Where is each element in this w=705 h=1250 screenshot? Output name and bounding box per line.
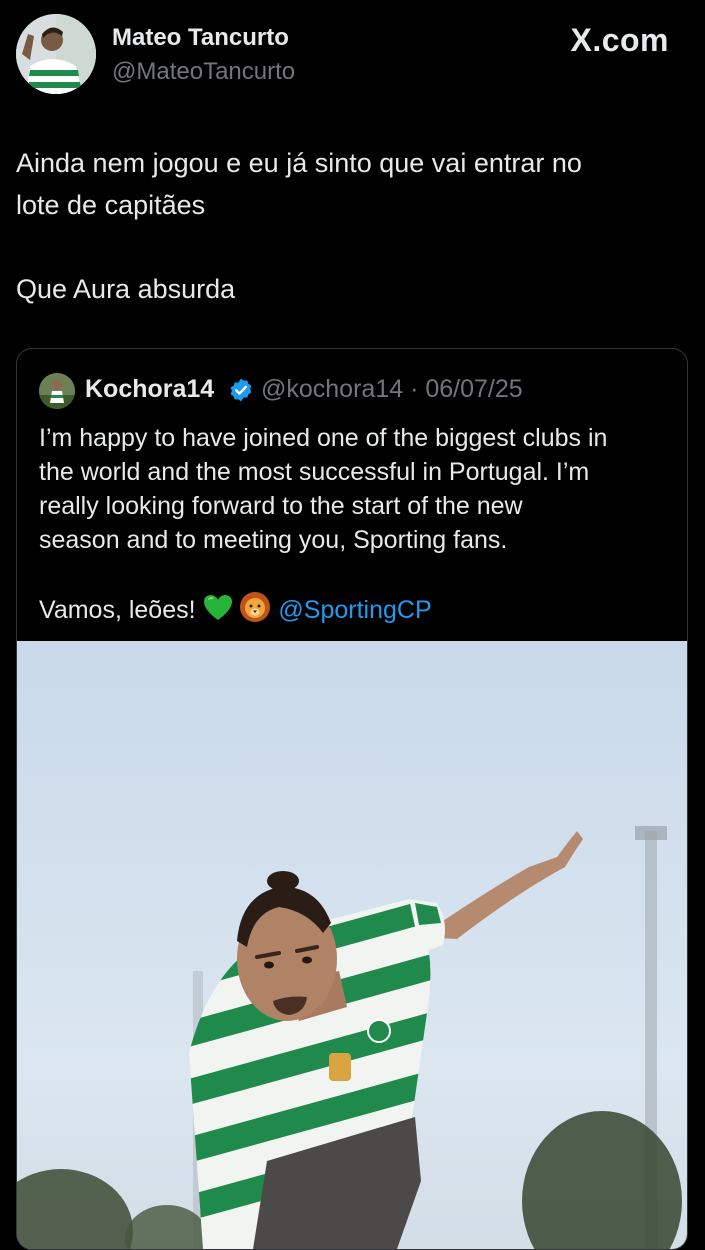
player-photo-image xyxy=(17,641,687,1249)
author-display-name[interactable]: Mateo Tancurto xyxy=(112,24,289,52)
quoted-author-handle[interactable]: @kochora14 xyxy=(261,375,403,403)
x-brand-logo: X.com xyxy=(570,22,669,58)
quoted-line: season and to meeting you, Sporting fans… xyxy=(39,526,508,554)
author-avatar[interactable] xyxy=(16,14,96,94)
lion-face-icon xyxy=(240,592,271,622)
tweet-header: Mateo Tancurto @MateoTancurto X.com xyxy=(16,14,675,98)
quoted-line: Vamos, leões! xyxy=(39,596,196,624)
quoted-tweet-card[interactable]: Kochora14 @kochora14 · 06/07/25 I’m happ… xyxy=(16,348,688,1250)
meta-separator: · xyxy=(410,375,419,403)
profile-photo-icon xyxy=(39,373,75,409)
quoted-author-display-name[interactable]: Kochora14 xyxy=(85,375,214,404)
tweet-line: lote de capitães xyxy=(16,190,206,220)
quoted-tweet-header: Kochora14 @kochora14 · 06/07/25 xyxy=(39,371,667,411)
quoted-line: I’m happy to have joined one of the bigg… xyxy=(39,424,608,452)
quoted-author-avatar[interactable] xyxy=(39,373,75,409)
author-handle[interactable]: @MateoTancurto xyxy=(112,58,295,86)
quoted-line: the world and the most successful in Por… xyxy=(39,458,590,486)
profile-photo-icon xyxy=(16,14,96,94)
mention-link[interactable]: @SportingCP xyxy=(278,596,431,624)
quoted-meta: @kochora14 · 06/07/25 xyxy=(261,375,523,404)
quoted-tweet-body: I’m happy to have joined one of the bigg… xyxy=(39,421,679,627)
quoted-date[interactable]: 06/07/25 xyxy=(425,375,522,403)
verified-badge-icon xyxy=(230,378,252,402)
green-heart-icon xyxy=(203,595,232,620)
tweet-line: Ainda nem jogou e eu já sinto que vai en… xyxy=(16,148,582,178)
quoted-closing-line: Vamos, leões! @SportingCP xyxy=(39,591,679,627)
quoted-tweet-photo[interactable] xyxy=(17,641,687,1249)
tweet-body: Ainda nem jogou e eu já sinto que vai en… xyxy=(16,142,676,310)
quoted-line: really looking forward to the start of t… xyxy=(39,492,523,520)
tweet-line: Que Aura absurda xyxy=(16,274,236,304)
